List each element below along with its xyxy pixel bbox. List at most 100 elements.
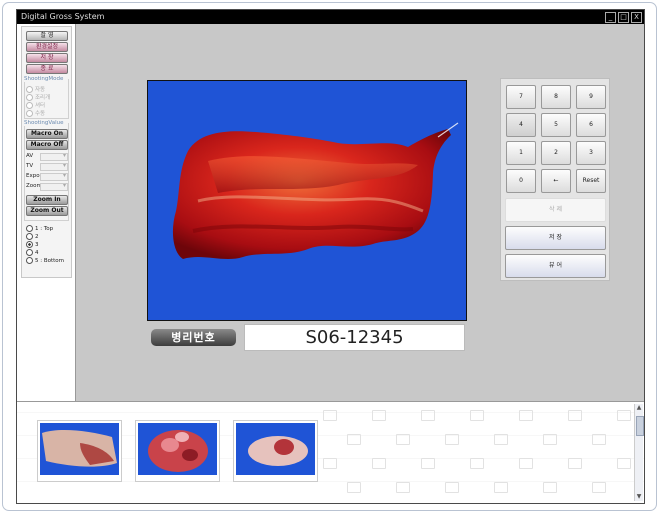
key-9[interactable]: 9 (576, 85, 606, 109)
macro-off-button[interactable]: Macro Off (26, 140, 68, 150)
title-bar: Digital Gross System _ □ X (17, 10, 644, 24)
radio-icon (26, 86, 33, 93)
capture-button[interactable]: 촬 영 (26, 31, 68, 41)
close-button[interactable]: X (631, 12, 642, 23)
scroll-thumb[interactable] (636, 416, 644, 436)
thumbnail-image (40, 423, 119, 475)
placeholder-icon (347, 434, 361, 445)
keypad-panel: 7 8 9 4 5 6 1 2 3 0 ← Reset 삭 제 저 장 뷰 어 (500, 78, 610, 281)
placeholder-icon (494, 434, 508, 445)
expo-label: Expo (26, 173, 40, 179)
av-label: AV (26, 153, 34, 159)
key-4[interactable]: 4 (506, 113, 536, 137)
placeholder-icon (592, 482, 606, 493)
key-3[interactable]: 3 (576, 141, 606, 165)
zoom-select[interactable] (40, 182, 68, 191)
placeholder-icon (519, 410, 533, 421)
zoom-out-button[interactable]: Zoom Out (26, 206, 68, 216)
placeholder-icon (519, 458, 533, 469)
settings-button[interactable]: 환경설정 (26, 42, 68, 52)
placeholder-icon (396, 434, 410, 445)
maximize-button[interactable]: □ (618, 12, 629, 23)
key-8[interactable]: 8 (541, 85, 571, 109)
minimize-button[interactable]: _ (605, 12, 616, 23)
tv-label: TV (26, 163, 34, 169)
placeholder-icon (421, 458, 435, 469)
specimen-number-field[interactable]: S06-12345 (244, 324, 465, 351)
scroll-up-icon[interactable]: ▲ (635, 404, 643, 412)
save-button[interactable]: 저 장 (505, 226, 606, 250)
placeholder-icon (470, 458, 484, 469)
mode-option-auto[interactable]: 자동 (26, 85, 45, 93)
placeholder-icon (592, 434, 606, 445)
zoom-in-button[interactable]: Zoom In (26, 195, 68, 205)
viewer-button[interactable]: 뷰 어 (505, 254, 606, 278)
tv-select[interactable] (40, 162, 68, 171)
scroll-down-icon[interactable]: ▼ (635, 493, 643, 501)
delete-button[interactable]: 삭 제 (505, 198, 606, 222)
placeholder-icon (543, 482, 557, 493)
av-select[interactable] (40, 152, 68, 161)
thumbnail-scrollbar[interactable]: ▲ ▼ (634, 404, 644, 501)
control-panel: 촬 영 환경설정 저 장 종 료 ShootingMode 자동 조리개 셔터 … (21, 26, 72, 278)
save-side-button[interactable]: 저 장 (26, 53, 68, 63)
placeholder-icon (372, 410, 386, 421)
specimen-image (172, 122, 459, 259)
window-title: Digital Gross System (21, 12, 105, 21)
placeholder-icon (617, 410, 631, 421)
view-option-4[interactable]: 4 (26, 249, 39, 256)
radio-icon (26, 110, 33, 117)
backspace-key[interactable]: ← (541, 169, 571, 193)
shooting-mode-title: ShootingMode (24, 76, 68, 82)
view-option-3[interactable]: 3 (26, 241, 39, 248)
radio-icon (26, 102, 33, 109)
key-7[interactable]: 7 (506, 85, 536, 109)
placeholder-icon (396, 482, 410, 493)
placeholder-icon (543, 434, 557, 445)
mode-option-aperture[interactable]: 조리개 (26, 93, 50, 101)
placeholder-icon (323, 410, 337, 421)
thumbnail-2[interactable] (135, 420, 220, 482)
thumbnail-strip (17, 401, 644, 503)
reset-key[interactable]: Reset (576, 169, 606, 193)
view-option-1[interactable]: 1 : Top (26, 225, 53, 232)
placeholder-icon (372, 458, 386, 469)
thumbnail-image (138, 423, 217, 475)
placeholder-icon (421, 410, 435, 421)
placeholder-icon (568, 410, 582, 421)
placeholder-icon (617, 458, 631, 469)
specimen-number-label: 병리번호 (151, 329, 236, 346)
placeholder-icon (494, 482, 508, 493)
thumbnail-1[interactable] (37, 420, 122, 482)
mode-option-manual[interactable]: 수동 (26, 109, 45, 117)
placeholder-icon (323, 458, 337, 469)
placeholder-icon (445, 482, 459, 493)
radio-icon (26, 249, 33, 256)
key-0[interactable]: 0 (506, 169, 536, 193)
view-option-2[interactable]: 2 (26, 233, 39, 240)
thumbnail-image (236, 423, 315, 475)
placeholder-icon (347, 482, 361, 493)
key-5[interactable]: 5 (541, 113, 571, 137)
radio-icon (26, 94, 33, 101)
view-option-5[interactable]: 5 : Bottom (26, 257, 64, 264)
expo-select[interactable] (40, 172, 68, 181)
macro-on-button[interactable]: Macro On (26, 129, 68, 139)
placeholder-icon (445, 434, 459, 445)
key-2[interactable]: 2 (541, 141, 571, 165)
placeholder-icon (470, 410, 484, 421)
radio-icon (26, 225, 33, 232)
placeholder-icon (568, 458, 582, 469)
radio-icon (26, 233, 33, 240)
radio-icon (26, 257, 33, 264)
key-6[interactable]: 6 (576, 113, 606, 137)
shooting-value-title: ShootingValue (24, 120, 68, 126)
key-1[interactable]: 1 (506, 141, 536, 165)
workspace: 병리번호 S06-12345 7 8 9 4 5 6 1 2 3 0 ← Res… (75, 24, 644, 410)
mode-option-shutter[interactable]: 셔터 (26, 101, 45, 109)
thumbnail-3[interactable] (233, 420, 318, 482)
radio-selected-icon (26, 241, 33, 248)
specimen-photo (147, 80, 467, 321)
exit-button[interactable]: 종 료 (26, 64, 68, 74)
app-window: Digital Gross System _ □ X 촬 영 환경설정 저 장 … (16, 9, 645, 504)
